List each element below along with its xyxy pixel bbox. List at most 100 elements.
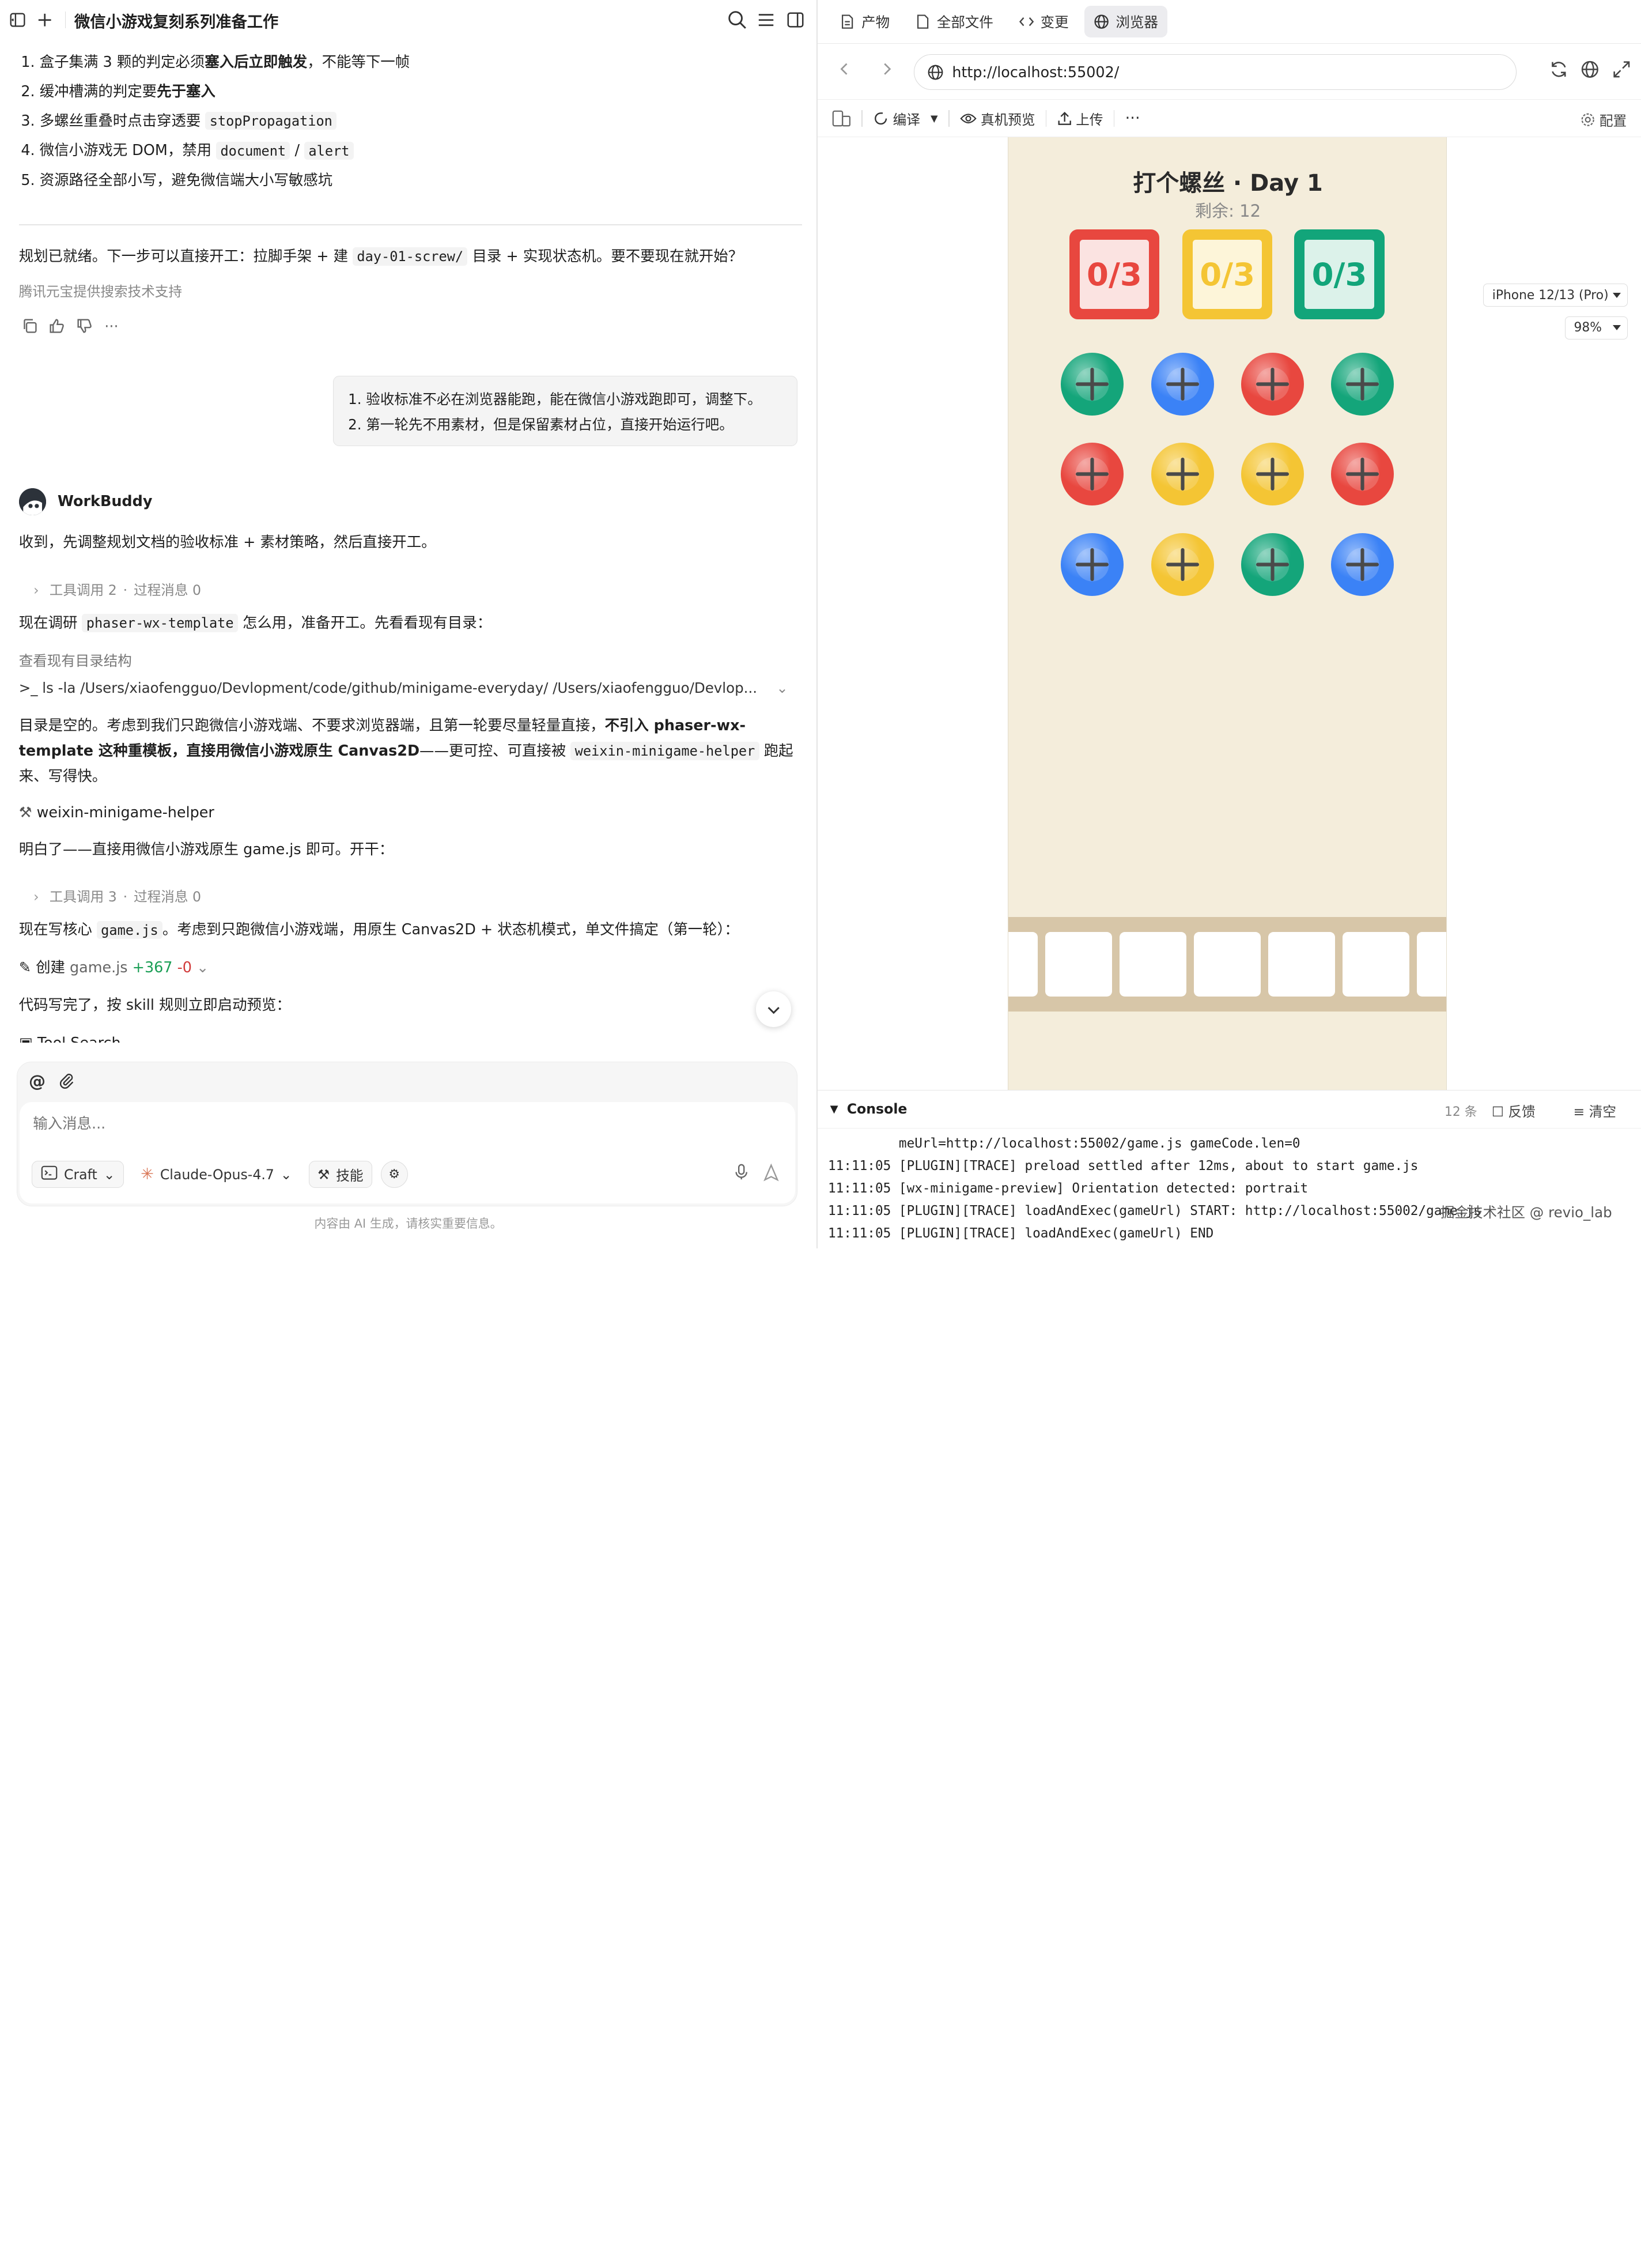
device-preview-button[interactable]: 真机预览	[951, 109, 1043, 129]
log-line: 11:11:05 [PLUGIN][TRACE] loadAndExec(gam…	[828, 1200, 1481, 1222]
command-row[interactable]: >_ ls -la /Users/xiaofengguo/Devlopment/…	[19, 676, 788, 701]
chevron-down-icon[interactable]: ⌄	[196, 958, 209, 976]
file-icon	[917, 14, 928, 29]
new-chat-icon[interactable]	[36, 10, 55, 29]
tab-changes[interactable]: 变更	[1009, 6, 1078, 37]
skills-button[interactable]: ⚒ 技能	[308, 1160, 372, 1188]
file-change-row[interactable]: ✎ 创建 game.js +367 -0 ⌄	[19, 955, 209, 980]
screw-yellow[interactable]	[1151, 443, 1214, 506]
search-icon[interactable]	[727, 9, 747, 30]
tool-icon: ▣	[18, 1033, 33, 1043]
log-message: [PLUGIN][TRACE] loadAndExec(gameUrl) END	[898, 1226, 1214, 1241]
box-count: 0/3	[1087, 255, 1142, 293]
attach-icon[interactable]	[57, 1071, 76, 1090]
collapse-triangle-icon[interactable]: ▼	[830, 1103, 838, 1115]
screw-red[interactable]	[1061, 443, 1124, 506]
screw-yellow[interactable]	[1241, 443, 1304, 506]
clear-icon: ≡	[1573, 1104, 1585, 1120]
compile-button[interactable]: 编译 ▼	[865, 109, 947, 129]
back-icon[interactable]	[838, 61, 851, 80]
outline-icon[interactable]	[756, 9, 777, 30]
device-toggle-icon[interactable]	[818, 110, 860, 127]
agent-message: 现在写核心 game.js 。考虑到只跑微信小游戏端，用原生 Canvas2D +…	[18, 920, 739, 939]
refresh-icon[interactable]	[1549, 60, 1568, 83]
skill-name: weixin-minigame-helper	[36, 803, 214, 821]
log-count: 12 条	[1445, 1105, 1477, 1120]
game-canvas[interactable]: 打个螺丝 · Day 1 剩余: 12 0/3 0/3 0/3	[1008, 137, 1447, 1090]
message-box: Craft ⌄ ✳ Claude-Opus-4.7 ⌄ ⚒ 技能 ⚙	[19, 1102, 795, 1204]
chevron-down-icon: ⌄	[280, 1166, 292, 1183]
screw-blue[interactable]	[1330, 533, 1394, 596]
lines-added: +367	[132, 958, 173, 976]
message-input[interactable]	[33, 1114, 661, 1132]
url-field[interactable]: http://localhost:55002/	[913, 54, 1517, 90]
clear-button[interactable]: ≡ 清空	[1573, 1101, 1616, 1120]
config-button[interactable]: 配置	[1580, 110, 1627, 130]
inline-code: stopPropagation	[205, 111, 337, 130]
chevron-right-icon: ›	[33, 888, 39, 905]
target-box: 0/3	[1294, 229, 1385, 320]
thumbs-down-icon[interactable]	[75, 317, 93, 335]
tab-artifacts[interactable]: 产物	[830, 6, 899, 37]
screw-red[interactable]	[1330, 443, 1394, 506]
log-time	[828, 1136, 899, 1151]
screw-blue[interactable]	[1061, 533, 1124, 596]
scroll-down-button[interactable]	[755, 991, 792, 1028]
tab-all-files[interactable]: 全部文件	[905, 6, 1003, 37]
agent-message: 目录是空的。考虑到我们只跑微信小游戏端、不要求浏览器端，且第一轮要尽量轻量直接，…	[18, 716, 793, 785]
globe-icon[interactable]	[1580, 60, 1600, 83]
zoom-select[interactable]: 98%	[1564, 316, 1628, 339]
log-message: [wx-minigame-preview] Orientation detect…	[898, 1180, 1309, 1196]
screw-red[interactable]	[1241, 353, 1304, 416]
screw-green[interactable]	[1061, 353, 1124, 416]
log-message: [PLUGIN][TRACE] loadAndExec(gameUrl) STA…	[898, 1203, 1481, 1219]
copy-icon[interactable]	[21, 317, 39, 335]
forward-icon[interactable]	[880, 61, 893, 80]
send-icon[interactable]	[762, 1163, 781, 1182]
list-item: 4. 微信小游戏无 DOM，禁用 document / alert	[21, 135, 410, 165]
panel-toggle-icon[interactable]	[785, 9, 806, 30]
tab-browser[interactable]: 浏览器	[1084, 6, 1168, 37]
toolbar-divider	[1113, 110, 1115, 127]
document-icon	[841, 14, 853, 29]
thumbs-up-icon[interactable]	[48, 317, 66, 335]
skill-row[interactable]: ⚒ weixin-minigame-helper	[19, 800, 214, 825]
powered-by: 腾讯元宝提供搜索技术支持	[18, 284, 183, 300]
mode-select[interactable]: Craft ⌄	[32, 1160, 124, 1188]
inline-code: game.js	[96, 920, 162, 939]
chat-panel: 微信小游戏复刻系列准备工作 1. 盒子集满 3 颗的判定必须塞入后立即触发，不能…	[0, 0, 817, 1248]
avatar	[18, 488, 46, 515]
watermark: 掘金技术社区 @ revio_lab	[1440, 1203, 1612, 1221]
tool-search-row[interactable]: ▣ Tool Search	[19, 1031, 121, 1043]
microphone-icon[interactable]	[734, 1164, 748, 1180]
feedback-button[interactable]: ☐ 反馈	[1492, 1101, 1536, 1120]
simulator-area: 打个螺丝 · Day 1 剩余: 12 0/3 0/3 0/3 iPhone 12/…	[817, 137, 1641, 1090]
file-name: game.js	[70, 958, 128, 976]
plugin-button[interactable]: ⚙	[380, 1160, 408, 1188]
agent-message: 代码写完了，按 skill 规则立即启动预览：	[18, 996, 291, 1014]
chevron-down-icon[interactable]: ⌄	[776, 680, 788, 696]
target-box: 0/3	[1069, 229, 1160, 320]
preview-panel: 产物 全部文件 变更 浏览器 http://localhost:55002/ 编…	[817, 0, 1641, 1248]
gear-icon	[1581, 113, 1595, 126]
inline-code: weixin-minigame-helper	[570, 741, 759, 760]
caret-down-icon[interactable]: ▼	[931, 113, 938, 124]
device-select[interactable]: iPhone 12/13 (Pro)	[1483, 284, 1628, 307]
toolbar-divider	[1045, 110, 1047, 127]
ai-disclaimer: 内容由 AI 生成，请核实重要信息。	[314, 1217, 502, 1231]
model-select[interactable]: ✳ Claude-Opus-4.7 ⌄	[133, 1161, 301, 1188]
more-icon[interactable]: ···	[103, 317, 120, 335]
screw-yellow[interactable]	[1151, 533, 1214, 596]
tool-calls-toggle[interactable]: › 工具调用 2 · 过程消息 0	[33, 579, 201, 599]
rules-list: 1. 盒子集满 3 颗的判定必须塞入后立即触发，不能等下一帧 2. 缓冲槽满的判…	[21, 47, 410, 195]
screw-green[interactable]	[1330, 353, 1394, 416]
upload-button[interactable]: 上传	[1049, 109, 1111, 129]
screw-green[interactable]	[1241, 533, 1304, 596]
tool-calls-toggle[interactable]: › 工具调用 3 · 过程消息 0	[33, 886, 201, 905]
screw-blue[interactable]	[1151, 353, 1214, 416]
mention-icon[interactable]: @	[28, 1071, 47, 1091]
expand-icon[interactable]	[1612, 60, 1631, 83]
sidebar-toggle-icon[interactable]	[9, 10, 28, 29]
more-icon[interactable]: ···	[1117, 110, 1148, 127]
box-count: 0/3	[1311, 255, 1367, 293]
